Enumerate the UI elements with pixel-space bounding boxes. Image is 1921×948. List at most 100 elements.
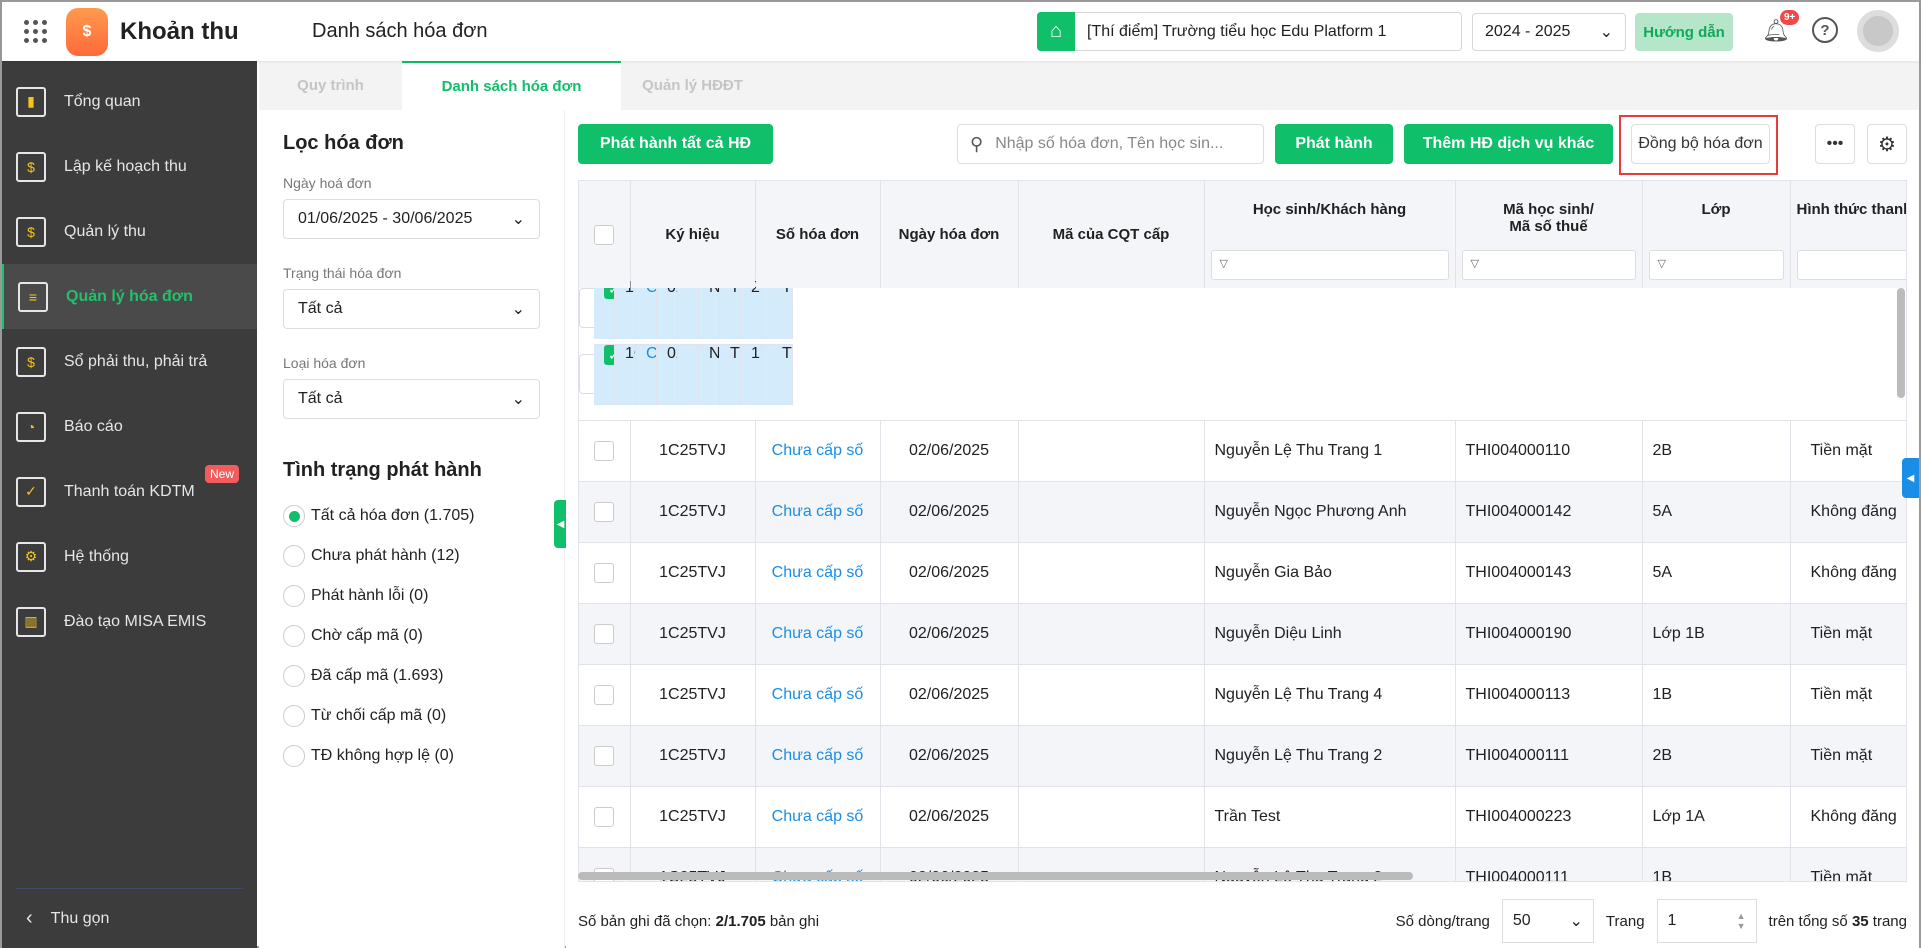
tab-danh-sach-hoa-don[interactable]: Danh sách hóa đơn (402, 61, 621, 110)
sidebar-item-7[interactable]: ⚙ Hệ thống (2, 524, 257, 589)
more-icon[interactable]: ••• (1815, 124, 1855, 164)
row-checkbox[interactable]: ✓ (604, 344, 614, 365)
type-select[interactable]: Tất cả ⌄ (283, 379, 540, 419)
document-icon: ≡ (18, 281, 48, 312)
date-range-select[interactable]: 01/06/2025 - 30/06/2025 ⌄ (283, 199, 540, 239)
cell-hoc-sinh: Nguyễn Ngọc Phương Anh (1204, 481, 1456, 543)
radio-button[interactable] (283, 705, 305, 727)
option-label: Từ chối cấp mã (0) (311, 707, 447, 724)
select-all-header (579, 181, 631, 288)
collapse-label: Thu gọn (50, 909, 110, 927)
table-row[interactable]: 1C25TVJ Chưa cấp số 02/06/2025 Nguyễn Di… (579, 603, 1906, 665)
cell-hinh-thuc: Tiền mặt (1790, 603, 1906, 665)
table-row[interactable]: 1C25TVJ Chưa cấp số 02/06/2025 Nguyễn Ng… (579, 481, 1906, 543)
radio-button[interactable] (283, 585, 305, 607)
collapse-button[interactable]: ‹ Thu gọn (16, 888, 243, 948)
cell-so-hoa-don[interactable]: Chưa cấp số (636, 343, 657, 405)
row-checkbox[interactable] (594, 502, 615, 522)
row-checkbox[interactable] (594, 746, 615, 766)
cell-so-hoa-don[interactable]: Chưa cấp số (755, 603, 881, 665)
issue-status-option[interactable]: TĐ không hợp lệ (0) (283, 736, 540, 776)
issue-status-option[interactable]: Đã cấp mã (1.693) (283, 656, 540, 696)
cell-so-hoa-don[interactable]: Chưa cấp số (755, 664, 881, 726)
option-label: Đã cấp mã (1.693) (311, 667, 444, 684)
row-checkbox[interactable] (594, 563, 615, 583)
table-row[interactable]: 1C25TVJ Chưa cấp số 02/06/2025 Nguyễn Gi… (579, 542, 1906, 604)
sidebar-item-3[interactable]: ≡ Quản lý hóa đơn (2, 264, 257, 329)
sidebar-item-2[interactable]: $ Quản lý thu (2, 199, 257, 264)
cell-so-hoa-don[interactable]: Chưa cấp số (755, 481, 881, 543)
radio-button[interactable] (283, 625, 305, 647)
issue-status-option[interactable]: Chưa phát hành (12) (283, 536, 540, 576)
table-row[interactable]: 1C25TVJ Chưa cấp số 02/06/2025 Nguyễn Lệ… (579, 664, 1906, 726)
stepper-icon[interactable]: ▲ ▼ (1737, 911, 1746, 931)
row-checkbox-cell (579, 786, 631, 848)
row-checkbox[interactable] (594, 807, 615, 827)
table-row[interactable]: 1C25TVJ Chưa cấp số 02/06/2025 Nguyễn Lệ… (579, 420, 1906, 482)
col-ma-cqt[interactable]: Mã của CQT cấp (1018, 181, 1205, 288)
sidebar-item-6[interactable]: ✓ Thanh toán KDTM New (2, 459, 257, 524)
table-row[interactable]: 1C25TVJ Chưa cấp số 02/06/2025 Trần Test… (579, 786, 1906, 848)
sidebar-item-4[interactable]: $ Sổ phải thu, phải trả (2, 329, 257, 394)
issue-all-button[interactable]: Phát hành tất cả HĐ (578, 124, 773, 164)
status-select[interactable]: Tất cả ⌄ (283, 289, 540, 329)
settings-gear-icon[interactable]: ⚙ (1867, 124, 1907, 164)
row-checkbox[interactable] (594, 685, 615, 705)
issue-button[interactable]: Phát hành (1275, 124, 1393, 164)
filter-panel: Lọc hóa đơn Ngày hoá đơn 01/06/2025 - 30… (259, 110, 565, 948)
radio-button[interactable] (283, 545, 305, 567)
table-row[interactable]: ✓ 1C25TVJ Chưa cấp số 02/06/2025 Nguyễn … (579, 277, 793, 339)
select-all-checkbox[interactable] (594, 224, 615, 245)
table-row[interactable]: ✓ 1C25TVJ Chưa cấp số 02/06/2025 Nguyễn … (579, 343, 793, 405)
guide-button[interactable]: Hướng dẫn (1635, 13, 1733, 51)
cell-so-hoa-don[interactable]: Chưa cấp số (755, 725, 881, 787)
col-hinh-thuc[interactable]: Hình thức thanh toán (1790, 181, 1906, 288)
issue-status-option[interactable]: Chờ cấp mã (0) (283, 616, 540, 656)
col-lop[interactable]: Lớp ▽ (1642, 181, 1791, 288)
vertical-scrollbar[interactable] (1897, 288, 1905, 398)
row-checkbox[interactable] (594, 624, 615, 644)
avatar[interactable] (1857, 10, 1899, 52)
col-hoc-sinh[interactable]: Học sinh/Khách hàng ▽ (1204, 181, 1456, 288)
school-selector[interactable]: ⌂ [Thí điểm] Trường tiểu học Edu Platform… (1037, 12, 1462, 51)
sidebar-item-5[interactable]: ◔ Báo cáo (2, 394, 257, 459)
side-panel-toggle[interactable]: ◀ (1902, 458, 1919, 498)
search-input[interactable]: ⚲ Nhập số hóa đơn, Tên học sin... (957, 124, 1264, 164)
rows-per-page-select[interactable]: 50 ⌄ (1501, 899, 1594, 943)
radio-button[interactable] (283, 665, 305, 687)
issue-status-option[interactable]: Từ chối cấp mã (0) (283, 696, 540, 736)
page-input[interactable]: 1 ▲ ▼ (1656, 899, 1757, 943)
col-so-hoa-don[interactable]: Số hóa đơn (755, 181, 881, 288)
issue-status-option[interactable]: Phát hành lỗi (0) (283, 576, 540, 616)
selected-suffix: bản ghi (769, 912, 820, 930)
selected-count: 2/1.705 (715, 912, 766, 930)
tab-quy-trinh[interactable]: Quy trình (259, 61, 402, 110)
cell-so-hoa-don[interactable]: Chưa cấp số (755, 786, 881, 848)
radio-button[interactable] (283, 745, 305, 767)
issue-status-option[interactable]: Tất cả hóa đơn (1.705) (283, 496, 540, 536)
radio-button[interactable] (283, 505, 305, 527)
cell-so-hoa-don[interactable]: Chưa cấp số (755, 420, 881, 482)
sidebar-item-0[interactable]: ▮ Tổng quan (2, 69, 257, 134)
app-grid-icon[interactable] (24, 19, 48, 44)
filter-input-ma-hoc-sinh[interactable]: ▽ (1461, 250, 1636, 280)
sync-invoices-button[interactable]: Đồng bộ hóa đơn (1631, 124, 1770, 164)
sidebar-item-1[interactable]: $ Lập kế hoạch thu (2, 134, 257, 199)
rows-per-page-value: 50 (1512, 912, 1531, 929)
table-row[interactable]: 1C25TVJ Chưa cấp số 02/06/2025 Nguyễn Lệ… (579, 725, 1906, 787)
help-icon[interactable]: ? (1812, 17, 1838, 43)
filter-input-lop[interactable]: ▽ (1648, 250, 1784, 280)
col-ngay-hoa-don[interactable]: Ngày hóa đơn (880, 181, 1019, 288)
filter-input-hinh-thuc[interactable] (1796, 250, 1906, 280)
horizontal-scrollbar[interactable] (578, 872, 1413, 880)
col-ky-hieu[interactable]: Ký hiệu (630, 181, 756, 288)
tab-quan-ly-hddt[interactable]: Quản lý HĐĐT (621, 61, 764, 110)
col-ma-hoc-sinh[interactable]: Mã học sinh/ Mã số thuế ▽ (1455, 181, 1643, 288)
cell-lop: Lớp 1B (1642, 603, 1791, 665)
filter-input-hoc-sinh[interactable]: ▽ (1210, 250, 1449, 280)
sidebar-item-8[interactable]: ▥ Đào tạo MISA EMIS (2, 589, 257, 654)
row-checkbox[interactable] (594, 441, 615, 461)
cell-so-hoa-don[interactable]: Chưa cấp số (755, 542, 881, 604)
add-service-invoice-button[interactable]: Thêm HĐ dịch vụ khác (1404, 124, 1613, 164)
year-select[interactable]: 2024 - 2025 ⌄ (1472, 13, 1626, 51)
